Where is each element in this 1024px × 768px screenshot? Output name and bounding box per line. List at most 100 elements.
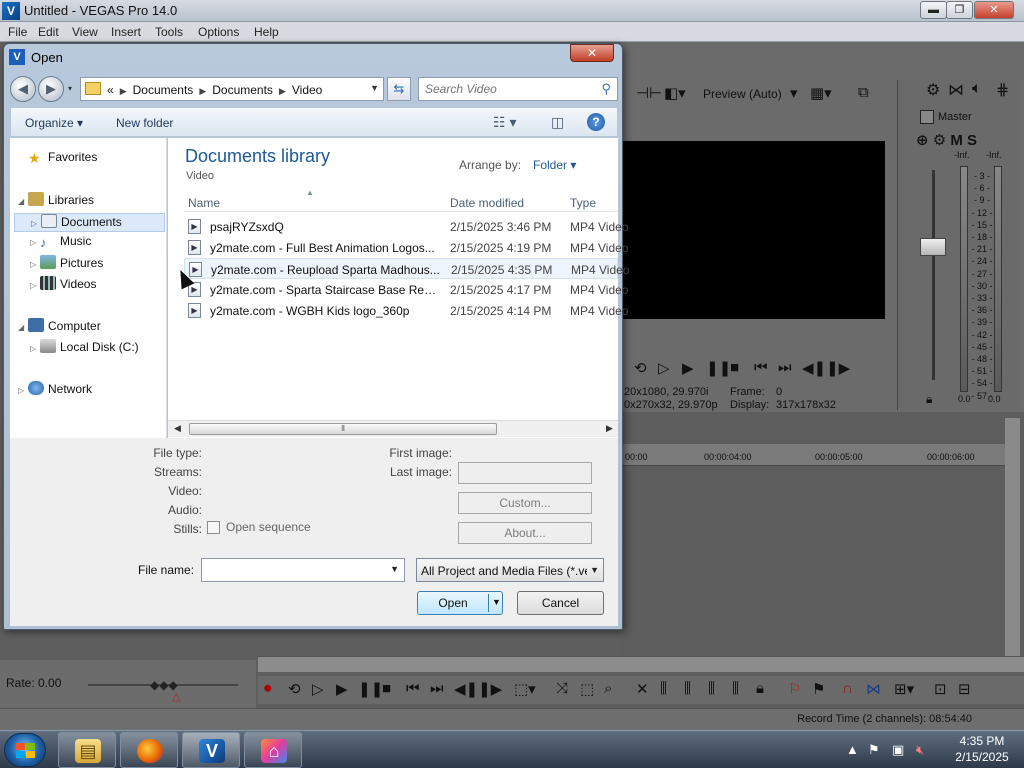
recent-locations-icon[interactable]: ▾ [68,84,72,93]
ignore-grouping-icon[interactable]: ⊟ [958,680,971,698]
mixer-icon[interactable]: ⋕ [996,80,1009,100]
stop-icon[interactable]: ■ [730,359,739,376]
taskbar-paint[interactable]: ⌂ [244,732,302,768]
file-name-dropdown-icon[interactable]: ▼ [390,564,399,574]
envelope-tool-icon[interactable]: ⤨ [556,680,568,697]
trim-start-icon[interactable]: ⫼ [684,680,691,697]
nav-favorites[interactable]: ★ Favorites [28,150,97,169]
last-image-field[interactable] [458,462,592,484]
view-options-icon[interactable]: ☷ ▾ [493,114,516,131]
auto-crossfade-icon[interactable]: ⋈ [866,680,881,698]
column-header-type[interactable]: Type [570,196,596,210]
open-button[interactable]: Open ▼ [417,591,503,615]
go-to-start-icon[interactable]: ⏮ [406,680,420,697]
minimize-button[interactable]: ▬ [920,1,947,19]
forward-button[interactable]: ▶ [38,76,64,102]
timeline-horizontal-scrollbar[interactable] [258,656,1024,672]
scroll-right-icon[interactable]: ▶ [606,423,613,434]
file-row[interactable]: ▶ y2mate.com - Full Best Animation Logos… [184,237,628,258]
collapse-arrow-icon[interactable]: ◢ [18,197,28,206]
next-frame-icon[interactable]: ⏭ [778,359,792,376]
address-dropdown-icon[interactable]: ▼ [370,83,379,93]
play-icon[interactable]: ▶ [682,359,694,377]
lock-icon[interactable]: 🔒︎ [926,392,932,407]
collapse-arrow-icon[interactable]: ◢ [18,323,28,332]
network-tray-icon[interactable]: ▣ [892,742,904,758]
play-from-start-icon[interactable]: ▷ [312,680,324,698]
refresh-button[interactable]: ⇆ [387,77,411,101]
taskbar-explorer[interactable]: ▤ [58,732,116,768]
column-header-date[interactable]: Date modified [450,196,524,210]
menu-insert[interactable]: Insert [111,25,141,39]
file-name-input[interactable] [206,562,382,578]
nav-videos[interactable]: ▷ Videos [30,276,96,295]
marker-icon[interactable]: ⚐ [788,680,801,698]
breadcrumb-overflow[interactable]: « [107,83,114,97]
ripple-edit-icon[interactable]: ⊞▾ [894,680,914,698]
custom-button[interactable]: Custom... [458,492,592,514]
search-icon[interactable]: ⚲ [601,81,611,97]
about-button[interactable]: About... [458,522,592,544]
start-button[interactable] [4,733,46,767]
region-icon[interactable]: ⚑ [812,680,825,698]
menu-tools[interactable]: Tools [155,25,183,39]
gear-icon[interactable]: ⚙ [926,80,940,100]
close-app-button[interactable]: ✕ [974,1,1014,19]
forward-icon[interactable]: ❚▶ [826,359,850,377]
preview-options-icon[interactable]: ◧▾ [664,84,686,102]
rewind-icon[interactable]: ◀❚ [802,359,826,377]
show-hidden-icons-icon[interactable]: ▲ [846,742,859,757]
master-fx-mute-solo[interactable]: ⊕ ⚙ M S [916,131,977,149]
back-button[interactable]: ◀ [10,76,36,102]
previous-frame-icon[interactable]: ◀❚ [454,680,478,698]
preview-quality-dropdown[interactable]: Preview (Auto) [703,87,782,101]
nav-libraries[interactable]: ◢ Libraries [18,192,94,211]
file-row[interactable]: ▶ y2mate.com - Sparta Staircase Base Reu… [184,279,628,300]
search-input[interactable] [425,81,595,97]
open-sequence-checkbox[interactable] [207,521,220,534]
taskbar-firefox[interactable] [120,732,178,768]
arrange-by-dropdown[interactable]: Folder ▾ [533,158,576,172]
stop-icon[interactable]: ■ [382,680,391,697]
file-row[interactable]: ▶ y2mate.com - WGBH Kids logo_360p 2/15/… [184,300,628,321]
expand-arrow-icon[interactable]: ▷ [30,281,40,290]
split-screen-icon[interactable]: ⊣⊢ [636,84,662,102]
record-icon[interactable]: ⏺ [264,680,272,697]
lock-envelopes-icon[interactable]: ⊡ [934,680,947,698]
loop-icon[interactable]: ⟲ [634,359,647,377]
copy-snapshot-icon[interactable]: ⧉ [858,84,869,101]
nav-computer[interactable]: ◢ Computer [18,318,101,337]
play-from-start-icon[interactable]: ▷ [658,359,670,377]
speaker-icon[interactable]: 🔈︎ [972,80,982,98]
dropdown-arrow-icon[interactable]: ▾ [790,84,798,102]
address-bar[interactable]: «▶ Documents ▶ Documents ▶ Video ▼ [80,77,384,101]
cancel-button[interactable]: Cancel [517,591,604,615]
expand-arrow-icon[interactable]: ▷ [31,219,41,228]
nav-pictures[interactable]: ▷ Pictures [30,255,103,274]
timeline-vertical-scrollbar[interactable] [1005,418,1020,658]
help-icon[interactable]: ? [587,113,605,131]
file-row[interactable]: ▶ y2mate.com - Reupload Sparta Madhous..… [184,258,629,279]
normal-edit-tool-icon[interactable]: ⬚▾ [514,680,536,698]
trim-end-icon[interactable]: ⫼ [708,680,715,697]
new-folder-button[interactable]: New folder [116,116,173,130]
lock-events-icon[interactable]: 🔒︎ [756,680,764,697]
organize-button[interactable]: Organize ▾ [25,116,83,130]
file-type-dropdown-icon[interactable]: ▼ [590,565,599,575]
breadcrumb-documents[interactable]: Documents [133,83,194,97]
expand-arrow-icon[interactable]: ▷ [30,344,40,353]
file-type-filter[interactable]: All Project and Media Files (*.veg;*.vf … [416,558,604,582]
search-box[interactable]: ⚲ [418,77,618,101]
expand-arrow-icon[interactable]: ▷ [30,260,40,269]
delete-icon[interactable]: ✕ [636,680,649,698]
nav-network[interactable]: ▷ Network [18,381,92,400]
column-header-name[interactable]: Name [188,196,220,210]
trim-icon[interactable]: ⫼ [660,680,667,697]
master-bus-icon[interactable] [920,110,934,124]
nav-local-disk[interactable]: ▷ Local Disk (C:) [30,339,139,358]
pause-icon[interactable]: ❚❚ [706,359,731,377]
overlays-icon[interactable]: ▦▾ [810,84,832,102]
selection-tool-icon[interactable]: ⬚ [580,680,594,698]
maximize-button[interactable]: ❐ [946,1,973,19]
pause-icon[interactable]: ❚❚ [358,680,383,698]
